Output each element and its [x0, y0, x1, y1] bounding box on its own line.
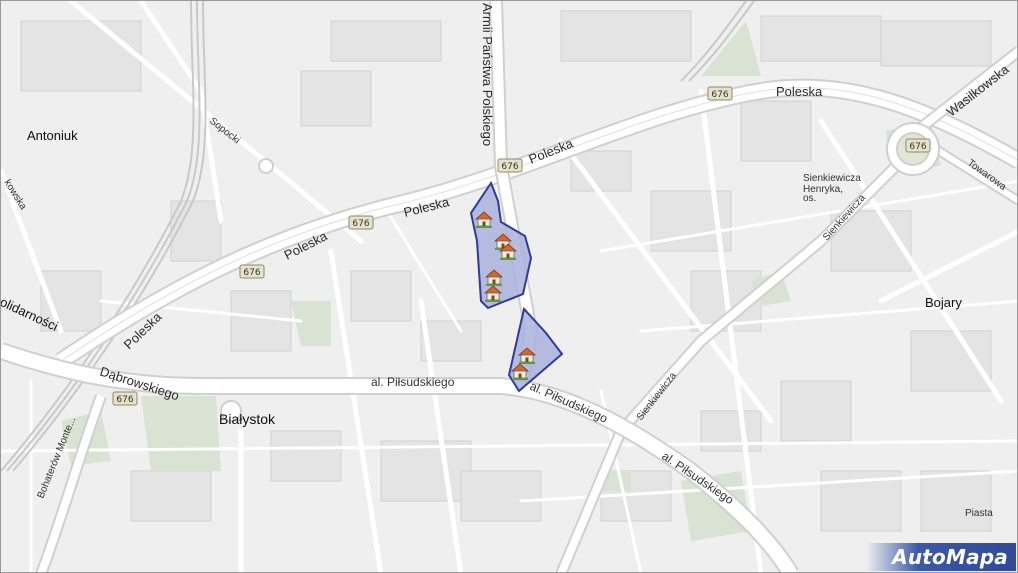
street-label-armii: Armii Państwa Polskiego — [480, 3, 495, 146]
svg-text:676: 676 — [243, 268, 260, 278]
street-label-pilsudskiego: al. Piłsudskiego — [371, 375, 455, 389]
svg-text:676: 676 — [909, 142, 926, 152]
district-label-antoniuk: Antoniuk — [27, 128, 78, 143]
district-label-bialystok: Białystok — [219, 411, 276, 427]
svg-text:676: 676 — [116, 395, 133, 405]
poi-label-piasta: Piasta — [965, 508, 993, 519]
poi-label-sienkiewicza-os: Sienkiewicza — [803, 173, 861, 184]
district-label-bojary: Bojary — [925, 295, 962, 310]
route-shield-676: 676 — [112, 391, 138, 406]
street-label-sienkiewicza: Sienkiewicza — [635, 370, 680, 423]
street-label-poleska: Poleska — [776, 84, 823, 99]
svg-text:676: 676 — [711, 90, 728, 100]
route-shield-676: 676 — [905, 138, 931, 153]
street-label-wasilkowska: Wasilkowska — [944, 61, 1013, 119]
map-view[interactable]: 676 676 676 676 676 676 Antoniuk Bojary Biały… — [0, 0, 1018, 573]
street-label-pilsudskiego: al. Piłsudskiego — [528, 379, 610, 426]
route-shield-676: 676 — [497, 158, 523, 173]
map-canvas: 676 676 676 676 676 676 Antoniuk Bojary Biały… — [1, 1, 1017, 572]
route-shield-676: 676 — [348, 215, 374, 230]
route-shield-676: 676 — [707, 86, 733, 101]
route-shield-676: 676 — [239, 264, 265, 279]
svg-text:676: 676 — [352, 219, 369, 229]
svg-text:676: 676 — [501, 162, 518, 172]
automapa-logo: AutoMapa — [866, 543, 1016, 571]
street-label-sopocki: Sopocki — [207, 116, 242, 147]
poi-label-sienkiewicza-os: os. — [803, 193, 816, 204]
